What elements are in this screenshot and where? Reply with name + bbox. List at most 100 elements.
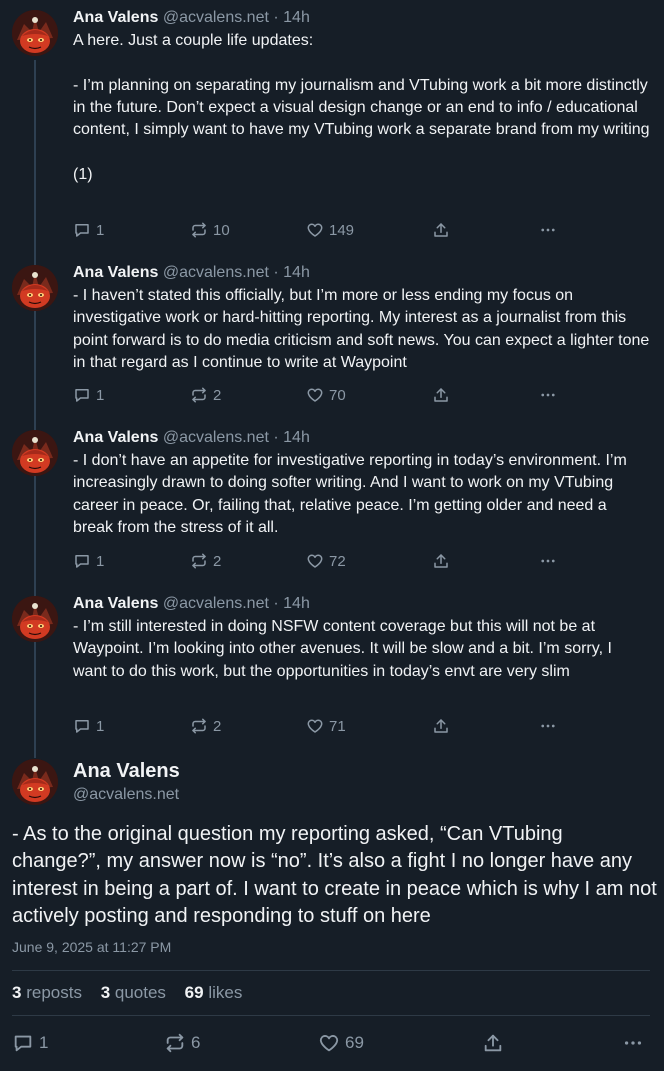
- reply-button[interactable]: 1: [73, 385, 104, 405]
- post-actions: 1 2 70: [73, 385, 563, 405]
- post-date: June 9, 2025 at 11:27 PM: [12, 939, 172, 955]
- author-handle[interactable]: @acvalens.net: [163, 9, 269, 26]
- post-time[interactable]: 14h: [283, 429, 310, 446]
- quotes-stat[interactable]: 3 quotes: [101, 983, 166, 1002]
- separator-dot: ·: [273, 429, 279, 446]
- reply-count: 1: [39, 1033, 49, 1052]
- like-button[interactable]: 70: [306, 385, 346, 405]
- likes-stat-label: likes: [208, 983, 243, 1002]
- avatar[interactable]: [12, 759, 58, 805]
- speech-bubble-icon: [73, 386, 91, 404]
- reposts-stat-count: 3: [12, 983, 22, 1002]
- share-button[interactable]: [432, 551, 450, 571]
- post-actions: 1 6 69: [12, 1031, 652, 1055]
- reply-button[interactable]: 1: [73, 551, 104, 571]
- share-button[interactable]: [432, 220, 450, 240]
- like-button[interactable]: 149: [306, 220, 354, 240]
- share-upload-icon: [432, 386, 450, 404]
- post-actions: 1 10 149: [73, 220, 563, 240]
- heart-outline-icon: [306, 221, 324, 239]
- repost-button[interactable]: 2: [190, 385, 221, 405]
- repost-button[interactable]: 6: [164, 1031, 200, 1055]
- post-time[interactable]: 14h: [283, 9, 310, 26]
- reply-count: 1: [96, 386, 105, 404]
- post-actions: 1 2 71: [73, 716, 563, 736]
- avatar[interactable]: [12, 10, 58, 56]
- reply-count: 1: [96, 221, 105, 239]
- more-options-button[interactable]: [539, 551, 557, 571]
- ellipsis-icon: [539, 717, 557, 735]
- author-name[interactable]: Ana Valens: [73, 429, 158, 446]
- like-button[interactable]: 71: [306, 716, 346, 736]
- repost-count: 6: [191, 1033, 201, 1052]
- repost-arrows-icon: [190, 386, 208, 404]
- avatar[interactable]: [12, 596, 58, 642]
- author-name[interactable]: Ana Valens: [73, 264, 158, 281]
- repost-count: 2: [213, 552, 222, 570]
- avatar[interactable]: [12, 430, 58, 476]
- post-time[interactable]: 14h: [283, 264, 310, 281]
- post-time[interactable]: 14h: [283, 595, 310, 612]
- quotes-stat-count: 3: [100, 983, 111, 1002]
- ellipsis-icon: [539, 386, 557, 404]
- speech-bubble-icon: [73, 221, 91, 239]
- post-stats: 3 reposts 3 quotes 69 likes: [12, 983, 256, 1003]
- share-button[interactable]: [432, 716, 450, 736]
- likes-stat[interactable]: 69 likes: [185, 983, 243, 1002]
- ellipsis-icon: [539, 552, 557, 570]
- more-options-button[interactable]: [539, 716, 557, 736]
- share-upload-icon: [432, 717, 450, 735]
- repost-count: 2: [213, 386, 222, 404]
- reply-count: 1: [96, 552, 105, 570]
- share-upload-icon: [432, 221, 450, 239]
- repost-arrows-icon: [190, 221, 208, 239]
- more-options-button[interactable]: [622, 1031, 644, 1055]
- heart-outline-icon: [306, 552, 324, 570]
- post-header: Ana Valens @acvalens.net · 14h: [73, 594, 650, 614]
- author-handle[interactable]: @acvalens.net: [163, 429, 269, 446]
- author-handle[interactable]: @acvalens.net: [73, 786, 179, 804]
- repost-count: 2: [213, 717, 222, 735]
- more-options-button[interactable]: [539, 385, 557, 405]
- reposts-stat-label: reposts: [26, 983, 82, 1002]
- share-button[interactable]: [432, 385, 450, 405]
- like-count: 69: [345, 1033, 364, 1052]
- like-button[interactable]: 69: [318, 1031, 364, 1055]
- like-button[interactable]: 72: [306, 551, 346, 571]
- heart-outline-icon: [306, 717, 324, 735]
- share-button[interactable]: [482, 1031, 504, 1055]
- post-text: - As to the original question my reporti…: [12, 823, 657, 927]
- author-name[interactable]: Ana Valens: [73, 760, 180, 783]
- ellipsis-icon: [539, 221, 557, 239]
- like-count: 72: [329, 552, 346, 570]
- reposts-stat[interactable]: 3 reposts: [12, 983, 82, 1002]
- post-header: Ana Valens @acvalens.net · 14h: [73, 8, 650, 28]
- share-upload-icon: [482, 1032, 504, 1054]
- author-handle[interactable]: @acvalens.net: [163, 595, 269, 612]
- author-handle[interactable]: @acvalens.net: [163, 264, 269, 281]
- post-text: - I’m still interested in doing NSFW con…: [73, 618, 612, 680]
- separator-dot: ·: [273, 9, 279, 26]
- speech-bubble-icon: [73, 717, 91, 735]
- divider: [12, 970, 650, 971]
- quotes-stat-label: quotes: [114, 983, 166, 1002]
- repost-button[interactable]: 2: [190, 551, 221, 571]
- speech-bubble-icon: [73, 552, 91, 570]
- repost-button[interactable]: 2: [190, 716, 221, 736]
- reply-button[interactable]: 1: [73, 716, 104, 736]
- author-name[interactable]: Ana Valens: [73, 595, 158, 612]
- avatar[interactable]: [12, 265, 58, 311]
- post-header: Ana Valens @acvalens.net · 14h: [73, 428, 650, 448]
- reply-button[interactable]: 1: [12, 1031, 48, 1055]
- likes-stat-count: 69: [184, 983, 204, 1002]
- repost-button[interactable]: 10: [190, 220, 230, 240]
- repost-arrows-icon: [190, 552, 208, 570]
- speech-bubble-icon: [12, 1032, 34, 1054]
- repost-count: 10: [213, 221, 230, 239]
- reply-button[interactable]: 1: [73, 220, 104, 240]
- author-name[interactable]: Ana Valens: [73, 9, 158, 26]
- repost-arrows-icon: [190, 717, 208, 735]
- post-text: - I don’t have an appetite for investiga…: [73, 452, 627, 536]
- share-upload-icon: [432, 552, 450, 570]
- more-options-button[interactable]: [539, 220, 557, 240]
